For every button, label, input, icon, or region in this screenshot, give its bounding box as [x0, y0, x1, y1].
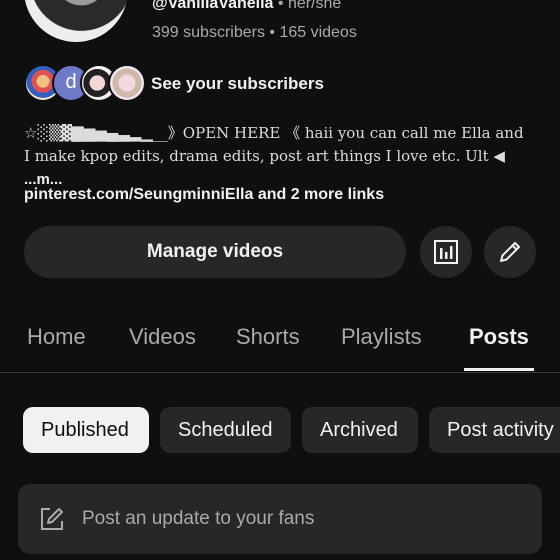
channel-handle: @VanillaVanella	[152, 0, 274, 12]
more-links[interactable]: and 2 more links	[253, 186, 384, 203]
compose-edit-icon	[41, 508, 63, 530]
filter-chip-archived[interactable]: Archived	[302, 407, 418, 453]
filter-chip-scheduled[interactable]: Scheduled	[160, 407, 291, 453]
tab-videos[interactable]: Videos	[129, 324, 196, 350]
channel-tabs: Home Videos Shorts Playlists Posts	[0, 318, 560, 373]
channel-handle-line: @VanillaVanella • her/she	[152, 0, 341, 13]
subscriber-avatar	[108, 64, 146, 102]
description-text: ☆░▒▓▇▆▅▄▃▂▁__》OPEN HERE 《 haii you can c…	[24, 124, 524, 165]
tab-playlists[interactable]: Playlists	[341, 324, 422, 350]
tab-home[interactable]: Home	[27, 324, 86, 350]
tab-posts[interactable]: Posts	[469, 324, 529, 350]
active-tab-indicator	[464, 368, 534, 371]
tab-shorts[interactable]: Shorts	[236, 324, 300, 350]
post-composer-placeholder: Post an update to your fans	[82, 508, 315, 529]
channel-links[interactable]: pinterest.com/SeungminniElla and 2 more …	[24, 186, 384, 204]
see-subscribers-link[interactable]: See your subscribers	[151, 74, 324, 94]
edit-channel-button[interactable]	[484, 226, 536, 278]
pencil-icon	[500, 242, 520, 262]
channel-avatar[interactable]	[24, 0, 128, 42]
channel-pronouns: • her/she	[273, 0, 342, 12]
filter-chip-post-activity[interactable]: Post activity	[429, 407, 560, 453]
analytics-icon	[434, 240, 458, 264]
manage-videos-button[interactable]: Manage videos	[24, 226, 406, 278]
channel-stats: 399 subscribers • 165 videos	[152, 24, 357, 41]
channel-description[interactable]: ☆░▒▓▇▆▅▄▃▂▁__》OPEN HERE 《 haii you can c…	[24, 122, 534, 191]
post-composer[interactable]: Post an update to your fans	[18, 484, 542, 554]
analytics-button[interactable]	[420, 226, 472, 278]
channel-link[interactable]: pinterest.com/SeungminniElla	[24, 186, 253, 203]
filter-chip-published[interactable]: Published	[23, 407, 149, 453]
